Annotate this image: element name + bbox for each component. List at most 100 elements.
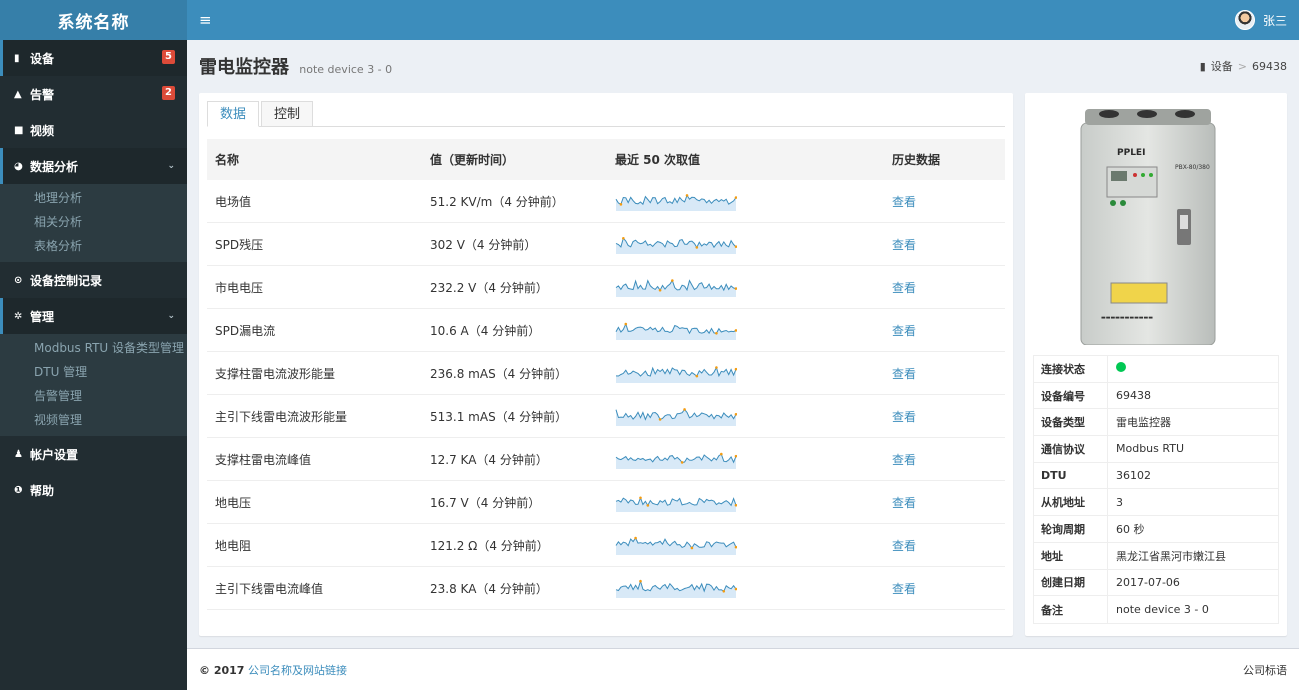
info-key: 设备编号 bbox=[1034, 382, 1108, 409]
view-history-link[interactable]: 查看 bbox=[892, 324, 916, 338]
info-key: 连接状态 bbox=[1034, 356, 1108, 382]
cell-name: 支撑柱雷电流波形能量 bbox=[215, 366, 336, 381]
content-header: 雷电监控器 note device 3 - 0 ▮ 设备 > 69438 bbox=[187, 40, 1299, 92]
data-analysis-submenu: 地理分析 相关分析 表格分析 bbox=[0, 184, 187, 262]
info-row-poll-interval: 轮询周期 60 秒 bbox=[1034, 516, 1278, 543]
tab-bar: 数据 控制 bbox=[207, 101, 1005, 127]
info-row-note: 备注 note device 3 - 0 bbox=[1034, 596, 1278, 623]
table-row: 地电阻 121.2 Ω（4 分钟前） 查看 bbox=[207, 524, 1005, 567]
info-value: 3 bbox=[1116, 495, 1123, 509]
cell-name: 地电压 bbox=[215, 495, 252, 510]
cell-value: 12.7 KA（4 分钟前） bbox=[430, 452, 548, 467]
cell-sparkline bbox=[607, 363, 884, 383]
info-key: 备注 bbox=[1034, 596, 1108, 623]
device-brand-text: PPLEI bbox=[1117, 148, 1145, 158]
tab-data[interactable]: 数据 bbox=[207, 101, 260, 127]
sidebar-item-video[interactable]: ■ 视频 bbox=[0, 112, 187, 148]
sidebar-item-control-records[interactable]: ⊙ 设备控制记录 bbox=[0, 262, 187, 298]
info-key: 设备类型 bbox=[1034, 409, 1108, 436]
info-row-created-date: 创建日期 2017-07-06 bbox=[1034, 569, 1278, 597]
cell-sparkline bbox=[607, 535, 884, 555]
breadcrumb-section[interactable]: 设备 bbox=[1211, 58, 1233, 74]
sidebar-subitem-video-management[interactable]: 视频管理 bbox=[0, 408, 187, 432]
cell-name: 电场值 bbox=[215, 194, 252, 209]
user-menu[interactable]: 张三 bbox=[1234, 10, 1287, 30]
sidebar-subitem-geo-analysis[interactable]: 地理分析 bbox=[0, 186, 187, 210]
table-row: 地电压 16.7 V（4 分钟前） 查看 bbox=[207, 481, 1005, 524]
info-key: 轮询周期 bbox=[1034, 516, 1108, 542]
sidebar-item-devices[interactable]: ▮ 设备 5 bbox=[0, 40, 187, 76]
info-row-protocol: 通信协议 Modbus RTU bbox=[1034, 436, 1278, 463]
sidebar-subitem-correlation-analysis[interactable]: 相关分析 bbox=[0, 210, 187, 234]
breadcrumb-separator: > bbox=[1237, 59, 1247, 73]
cell-name: 市电电压 bbox=[215, 280, 264, 295]
cell-name: SPD漏电流 bbox=[215, 323, 276, 338]
sidebar-item-label: 告警 bbox=[30, 87, 55, 102]
info-row-dtu: DTU 36102 bbox=[1034, 462, 1278, 490]
page-title-text: 雷电监控器 bbox=[199, 57, 289, 78]
top-header: 系统名称 ≡ 张三 bbox=[0, 0, 1299, 40]
tab-control[interactable]: 控制 bbox=[261, 101, 314, 127]
cell-sparkline bbox=[607, 320, 884, 340]
header-name: 名称 bbox=[215, 153, 240, 167]
company-link[interactable]: 公司名称及网站链接 bbox=[248, 664, 347, 677]
table-row: 支撑柱雷电流峰值 12.7 KA（4 分钟前） 查看 bbox=[207, 438, 1005, 481]
sidebar-subitem-table-analysis[interactable]: 表格分析 bbox=[0, 234, 187, 258]
brand-logo[interactable]: 系统名称 bbox=[0, 0, 187, 40]
table-body: 电场值 51.2 KV/m（4 分钟前） 查看 SPD残压 302 V（4 分钟前） 查看… bbox=[207, 180, 1005, 610]
sidebar-subitem-dtu[interactable]: DTU 管理 bbox=[0, 360, 187, 384]
view-history-link[interactable]: 查看 bbox=[892, 496, 916, 510]
sidebar-subitem-alarm-management[interactable]: 告警管理 bbox=[0, 384, 187, 408]
cell-value: 16.7 V（4 分钟前） bbox=[430, 495, 541, 510]
sidebar-item-management[interactable]: ✲ 管理 ⌄ bbox=[0, 298, 187, 334]
footer-copyright: © 2017 公司名称及网站链接 bbox=[199, 662, 347, 678]
avatar bbox=[1234, 10, 1255, 30]
cell-value: 513.1 mAS（4 分钟前） bbox=[430, 409, 568, 424]
sidebar-item-label: 设备 bbox=[30, 51, 55, 66]
clock-icon: ⊙ bbox=[14, 274, 23, 286]
view-history-link[interactable]: 查看 bbox=[892, 367, 916, 381]
sidebar-item-label: 数据分析 bbox=[30, 159, 79, 174]
sidebar-item-account-settings[interactable]: ♟ 帐户设置 bbox=[0, 436, 187, 472]
info-row-address: 地址 黑龙江省黑河市嫩江县 bbox=[1034, 542, 1278, 570]
table-row: 主引下线雷电流波形能量 513.1 mAS（4 分钟前） 查看 bbox=[207, 395, 1005, 438]
sidebar-subitem-modbus-types[interactable]: Modbus RTU 设备类型管理 bbox=[0, 336, 187, 360]
cell-sparkline bbox=[607, 191, 884, 211]
sparkline-chart bbox=[615, 366, 737, 383]
table-row: SPD残压 302 V（4 分钟前） 查看 bbox=[207, 223, 1005, 266]
table-row: 支撑柱雷电流波形能量 236.8 mAS（4 分钟前） 查看 bbox=[207, 352, 1005, 395]
footer: © 2017 公司名称及网站链接 公司标语 bbox=[187, 648, 1299, 690]
sparkline-chart bbox=[615, 496, 737, 512]
info-value: 黑龙江省黑河市嫩江县 bbox=[1116, 549, 1226, 563]
sidebar-item-label: 视频 bbox=[30, 123, 55, 138]
info-value: note device 3 - 0 bbox=[1116, 603, 1209, 617]
sidebar-item-label: 帐户设置 bbox=[30, 447, 79, 462]
cell-value: 236.8 mAS（4 分钟前） bbox=[430, 366, 568, 381]
sidebar-item-data-analysis[interactable]: ◕ 数据分析 ⌄ bbox=[0, 148, 187, 184]
device-photo: PPLEI PBX-80/380 ▬▬▬▬▬▬▬▬▬▬▬ bbox=[1080, 109, 1216, 345]
view-history-link[interactable]: 查看 bbox=[892, 281, 916, 295]
view-history-link[interactable]: 查看 bbox=[892, 410, 916, 424]
cell-sparkline bbox=[607, 406, 884, 426]
cell-value: 232.2 V（4 分钟前） bbox=[430, 280, 548, 295]
info-value: 60 秒 bbox=[1116, 522, 1145, 536]
data-table: 名称 值（更新时间） 最近 50 次取值 历史数据 电场值 51.2 KV/m（4… bbox=[207, 139, 1005, 610]
device-model-text: PBX-80/380 bbox=[1175, 164, 1210, 171]
info-value: 36102 bbox=[1116, 469, 1151, 483]
sidebar-item-help[interactable]: ❶ 帮助 bbox=[0, 472, 187, 508]
view-history-link[interactable]: 查看 bbox=[892, 582, 916, 596]
chevron-down-icon: ⌄ bbox=[167, 161, 175, 171]
cell-name: 主引下线雷电流波形能量 bbox=[215, 409, 348, 424]
sidebar-item-alarms[interactable]: ▲ 告警 2 bbox=[0, 76, 187, 112]
cell-sparkline bbox=[607, 578, 884, 598]
table-row: 主引下线雷电流峰值 23.8 KA（4 分钟前） 查看 bbox=[207, 567, 1005, 610]
sidebar-item-label: 帮助 bbox=[30, 483, 55, 498]
menu-toggle-icon[interactable]: ≡ bbox=[199, 11, 212, 29]
info-key: 创建日期 bbox=[1034, 569, 1108, 596]
cell-value: 51.2 KV/m（4 分钟前） bbox=[430, 194, 564, 209]
view-history-link[interactable]: 查看 bbox=[892, 453, 916, 467]
view-history-link[interactable]: 查看 bbox=[892, 195, 916, 209]
view-history-link[interactable]: 查看 bbox=[892, 238, 916, 252]
view-history-link[interactable]: 查看 bbox=[892, 539, 916, 553]
copyright-text: © 2017 bbox=[199, 663, 245, 677]
